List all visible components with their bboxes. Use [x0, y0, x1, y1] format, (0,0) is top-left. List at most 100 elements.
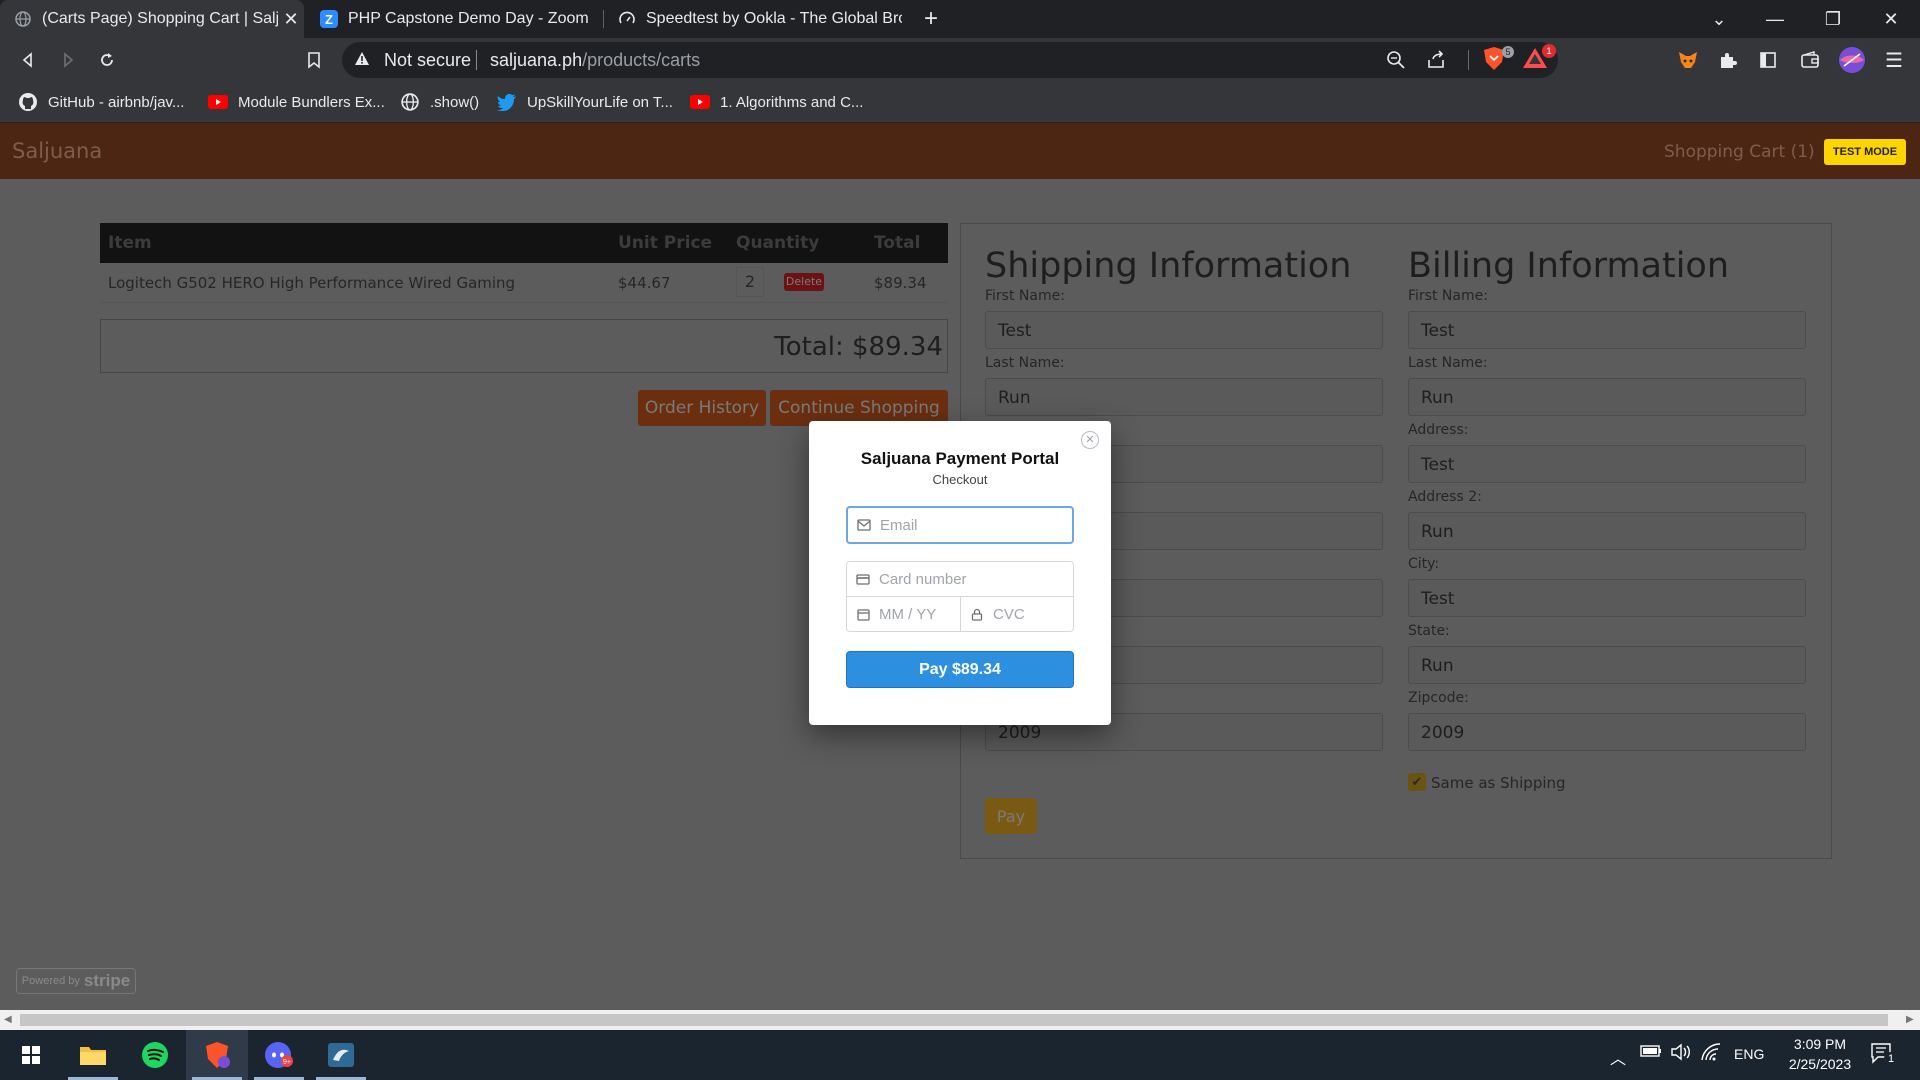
url-host: saljuana.ph	[490, 50, 583, 70]
extensions-icon[interactable]	[1712, 44, 1744, 76]
windows-start-icon[interactable]	[0, 1030, 62, 1080]
quantity-input[interactable]: 2	[736, 267, 764, 297]
url[interactable]: saljuana.ph/products/carts	[490, 50, 700, 71]
scroll-right-icon[interactable]: ▶	[1906, 1014, 1914, 1025]
horizontal-scrollbar[interactable]: ◀ ▶	[0, 1010, 1920, 1030]
menu-icon[interactable]: ☰	[1878, 44, 1910, 76]
card-number-placeholder: Card number	[879, 570, 967, 588]
order-history-button[interactable]: Order History	[638, 390, 766, 426]
pay-button[interactable]: Pay	[985, 798, 1037, 834]
discord-icon[interactable]: 9+	[248, 1030, 310, 1080]
bookmark-icon[interactable]	[298, 44, 330, 76]
clock-date[interactable]: 2/25/2023	[1770, 1056, 1870, 1072]
table-row: Logitech G502 HERO High Performance Wire…	[100, 263, 948, 303]
scrollbar-thumb[interactable]	[20, 1014, 1888, 1026]
modal-subtitle: Checkout	[932, 472, 988, 487]
billing-last-name-input[interactable]: Run	[1408, 378, 1806, 416]
zoom-icon-magnifier[interactable]	[1386, 50, 1406, 75]
back-icon[interactable]	[12, 44, 44, 76]
shipping-first-name-input[interactable]: Test	[985, 311, 1383, 349]
delete-button[interactable]: Delete	[784, 273, 824, 291]
reload-icon[interactable]	[91, 44, 123, 76]
tab-zoom[interactable]: Z PHP Capstone Demo Day - Zoom	[306, 0, 602, 38]
billing-city-input[interactable]: Test	[1408, 579, 1806, 617]
cart-total: Total: $89.34	[774, 332, 943, 362]
same-as-shipping-label: Same as Shipping	[1431, 774, 1566, 792]
cvc-field[interactable]: CVC	[960, 596, 1074, 632]
bookmark-label: 1. Algorithms and C...	[720, 93, 864, 111]
billing-address-input[interactable]: Test	[1408, 445, 1806, 483]
close-icon[interactable]: ✕	[1081, 431, 1099, 449]
file-explorer-icon[interactable]	[62, 1030, 124, 1080]
globe-icon	[400, 92, 420, 112]
bookmarks-bar: GitHub - airbnb/jav... Module Bundlers E…	[0, 82, 1920, 122]
security-label[interactable]: Not secure	[384, 50, 471, 71]
share-icon[interactable]	[1426, 50, 1446, 75]
bookmark-module-bundlers[interactable]: Module Bundlers Ex...	[208, 91, 385, 113]
header-total: Total	[874, 233, 921, 253]
billing-last-name-label: Last Name:	[1408, 355, 1488, 371]
close-tab-icon[interactable]: ✕	[278, 9, 304, 30]
billing-first-name-input[interactable]: Test	[1408, 311, 1806, 349]
expiry-field[interactable]: MM / YY	[846, 596, 961, 632]
billing-state-input[interactable]: Run	[1408, 646, 1806, 684]
tab-title: (Carts Page) Shopping Cart | Saljuana	[42, 10, 278, 27]
bookmark-github[interactable]: GitHub - airbnb/jav...	[18, 91, 184, 113]
cart-table-header: Item Unit Price Quantity Total	[100, 223, 948, 263]
forward-icon[interactable]	[52, 44, 84, 76]
same-as-shipping-checkbox[interactable]: ✔	[1408, 773, 1426, 791]
clock-time[interactable]: 3:09 PM	[1770, 1036, 1870, 1052]
billing-zipcode-input[interactable]: 2009	[1408, 713, 1806, 751]
tab-carts-page[interactable]: (Carts Page) Shopping Cart | Saljuana ✕	[0, 0, 304, 38]
notification-count: 1	[1884, 1052, 1898, 1066]
windows-taskbar: 9+ ︿ ENG 3:09 PM 2/25/2023 1	[0, 1030, 1920, 1080]
close-window-icon[interactable]: ✕	[1862, 0, 1920, 38]
tab-speedtest[interactable]: Speedtest by Ookla - The Global Broadban…	[604, 0, 902, 38]
spotify-icon[interactable]	[124, 1030, 186, 1080]
billing-address2-input[interactable]: Run	[1408, 512, 1806, 550]
bookmark-upskill[interactable]: UpSkillYourLife on T...	[497, 91, 673, 113]
test-mode-badge: TEST MODE	[1824, 139, 1906, 165]
notification-icon[interactable]: 1	[1870, 1042, 1898, 1069]
header-item: Item	[108, 233, 152, 253]
bookmark-show[interactable]: .show()	[400, 91, 479, 113]
language-indicator[interactable]: ENG	[1734, 1046, 1764, 1062]
brave-shield-icon[interactable]: 5	[1482, 46, 1514, 74]
powered-by-stripe-badge[interactable]: Powered by stripe	[16, 968, 136, 994]
brave-rewards-icon[interactable]: 1	[1522, 44, 1556, 74]
url-path: /products/carts	[582, 50, 701, 70]
metamask-icon[interactable]	[1672, 44, 1704, 76]
sidebar-icon[interactable]	[1752, 44, 1784, 76]
email-field[interactable]: Email	[846, 506, 1074, 544]
restore-icon[interactable]: ❐	[1804, 0, 1862, 38]
tab-strip: (Carts Page) Shopping Cart | Saljuana ✕ …	[0, 0, 1920, 38]
shipping-last-name-input[interactable]: Run	[985, 378, 1383, 416]
profile-avatar[interactable]	[1836, 44, 1868, 76]
new-tab-button[interactable]: +	[918, 6, 944, 32]
email-placeholder: Email	[880, 516, 918, 534]
cart-total-box: Total: $89.34	[100, 319, 948, 373]
shopping-cart-link[interactable]: Shopping Cart (1)	[1664, 142, 1815, 162]
stripe-logo: stripe	[83, 971, 131, 990]
stripe-pay-button[interactable]: Pay $89.34	[846, 651, 1074, 688]
chevron-up-icon[interactable]: ︿	[1610, 1045, 1626, 1069]
mysql-workbench-icon[interactable]	[310, 1030, 372, 1080]
battery-icon[interactable]	[1640, 1044, 1662, 1063]
scroll-left-icon[interactable]: ◀	[4, 1014, 12, 1025]
modal-title: Saljuana Payment Portal	[860, 449, 1060, 468]
card-number-field[interactable]: Card number	[846, 561, 1074, 597]
address-bar[interactable]: Not secure saljuana.ph/products/carts 5 …	[342, 42, 1558, 78]
browser-toolbar: Not secure saljuana.ph/products/carts 5 …	[0, 38, 1920, 82]
billing-address-label: Address:	[1408, 422, 1469, 438]
minimize-icon[interactable]: —	[1746, 0, 1804, 38]
volume-icon[interactable]	[1670, 1042, 1692, 1067]
tab-search-icon[interactable]: ⌄	[1690, 0, 1748, 38]
bookmark-algorithms[interactable]: 1. Algorithms and C...	[690, 91, 863, 113]
brave-browser-icon[interactable]	[186, 1030, 248, 1080]
header-unit-price: Unit Price	[618, 233, 713, 253]
wifi-icon[interactable]	[1700, 1042, 1722, 1067]
site-brand[interactable]: Saljuana	[12, 139, 102, 163]
twitter-icon	[497, 92, 517, 112]
shipping-title: Shipping Information	[985, 246, 1352, 286]
wallet-icon[interactable]	[1794, 44, 1826, 76]
